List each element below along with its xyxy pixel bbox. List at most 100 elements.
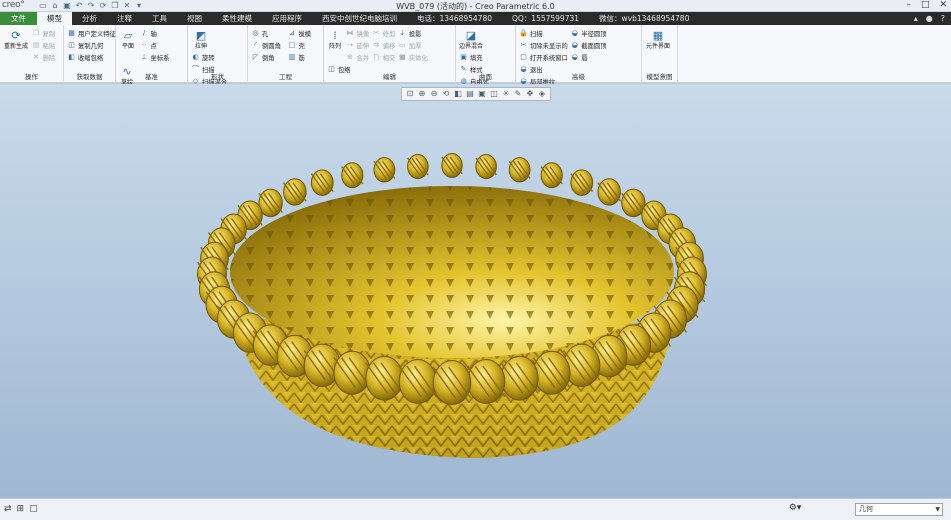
tab-annotate[interactable]: 注释 [107, 12, 142, 25]
chamfer-button[interactable]: ◸ 倒角 [251, 52, 281, 63]
group-label[interactable]: 工程 [248, 71, 323, 81]
group-label[interactable]: 获取数据 [64, 71, 115, 81]
chamfer-icon: ◸ [252, 53, 259, 61]
tab-custom-wechat[interactable]: 微信：wvb13468954780 [589, 12, 699, 25]
fill-icon: ▣ [460, 53, 467, 61]
copy-geometry-button[interactable]: ◫ 复制几何 [67, 40, 116, 51]
tab-model[interactable]: 模型 [37, 12, 72, 25]
tab-tools[interactable]: 工具 [142, 12, 177, 25]
appearance-icon[interactable]: ◈ [537, 89, 547, 99]
group-label[interactable]: 曲面 [456, 71, 515, 81]
boundary-blend-button[interactable]: ◪ 边界混合 [459, 29, 483, 51]
thicken-button[interactable]: ▭ 加厚 [398, 40, 428, 51]
open-system-window-button[interactable]: ▢ 打开系统窗口 [519, 52, 568, 63]
help-icon[interactable]: ? [941, 14, 945, 23]
extend-button[interactable]: → 延伸 [346, 40, 369, 51]
draft-button[interactable]: ⊿ 拔模 [287, 28, 311, 39]
point-button[interactable]: ⁘ 点 [140, 40, 170, 51]
close-button[interactable]: ✕ [939, 0, 947, 10]
tab-flexible-modeling[interactable]: 柔性建模 [212, 12, 262, 25]
group-label[interactable]: 基准 [116, 71, 187, 81]
display-style-icon[interactable]: ◧ [453, 89, 463, 99]
group-model-intent: ▦ 元件界面 模型意图 [642, 25, 678, 83]
csys-button[interactable]: ⊥ 坐标系 [140, 52, 169, 63]
axis-button[interactable]: / 轴 [140, 28, 170, 39]
refit-icon[interactable]: ⊡ [405, 89, 415, 99]
section-dome-button[interactable]: ◒ 截面圆顶 [570, 40, 607, 51]
graphics-viewport[interactable] [0, 84, 951, 498]
radius-dome-button[interactable]: ◒ 半径圆顶 [570, 28, 607, 39]
tab-custom-training[interactable]: 西安中创世纪电脑培训 [312, 12, 407, 25]
zoom-out-icon[interactable]: ⊖ [429, 89, 439, 99]
group-label[interactable]: 高级 [516, 71, 641, 81]
selection-filter[interactable]: 几何 ▼ [855, 503, 943, 516]
offset-button[interactable]: ⇉ 偏移 [372, 40, 395, 51]
component-interface-button[interactable]: ▦ 元件界面 [645, 29, 671, 51]
hole-icon: ◎ [252, 29, 259, 37]
saved-views-icon[interactable]: ▤ [465, 89, 475, 99]
group-label[interactable]: 操作 [0, 71, 63, 81]
shrinkwrap-button[interactable]: ◧ 收缩包络 [67, 52, 116, 63]
collapse-ribbon-icon[interactable]: ▴ [914, 14, 918, 23]
delete-button[interactable]: ✕ 删除 [32, 52, 55, 63]
perspective-icon[interactable]: ◫ [489, 89, 499, 99]
basket-model[interactable] [0, 84, 951, 498]
paste-button[interactable]: ▤ 粘贴 [32, 40, 55, 51]
spin-center-icon[interactable]: ✥ [525, 89, 535, 99]
extend-icon: → [347, 41, 353, 49]
group-label[interactable]: 形状 [188, 71, 247, 81]
ribbon: ⟳ 重新生成 ❐ 复制 ▤ 粘贴 ✕ 删除 操作 ▦ 用户定义特征 ◫ 复制几何 ◧ 收缩包… [0, 25, 951, 86]
point-icon: ⁘ [141, 41, 147, 49]
lip-button[interactable]: ◒ 唇 [570, 52, 606, 63]
title-bar: creo° ▭ ⌂ ▣ ↶ ↷ ⟳ ❐ ✕ ▾ WVB_079 (活动的) - … [0, 0, 951, 12]
copy-button[interactable]: ❐ 复制 [32, 28, 55, 39]
group-label[interactable]: 模型意图 [642, 71, 677, 81]
tab-custom-qq[interactable]: QQ：1557599731 [502, 12, 589, 25]
draft-icon: ⊿ [289, 29, 295, 37]
group-editing: ⁞ 阵列 ⧓ 镜像 → 延伸 ⊕ 合并 ✂ 修剪 ⇉ 偏移 ⋂ 相交 ⇣ 投影 ▭ 加厚 ■ 实体… [324, 25, 456, 83]
extrude-button[interactable]: ◩ 拉伸 [191, 29, 211, 51]
tab-file[interactable]: 文件 [0, 12, 37, 25]
tab-applications[interactable]: 应用程序 [262, 12, 312, 25]
graphics-icon[interactable]: ⊞ [17, 504, 25, 514]
datum-display-icon[interactable]: ✳ [501, 89, 511, 99]
solidify-button[interactable]: ■ 实体化 [398, 52, 428, 63]
round-button[interactable]: ◜ 倒圆角 [251, 40, 281, 51]
pattern-button[interactable]: ⁞ 阵列 [327, 29, 343, 51]
group-get-data: ▦ 用户定义特征 ◫ 复制几何 ◧ 收缩包络 获取数据 [64, 25, 116, 83]
regenerate-button[interactable]: ⟳ 重新生成 [3, 29, 29, 51]
remove-icon: ✂ [520, 41, 527, 49]
minimize-button[interactable]: – [906, 0, 911, 10]
trim-button[interactable]: ✂ 修剪 [372, 28, 395, 39]
shell-button[interactable]: □ 壳 [287, 40, 311, 51]
annotation-icon[interactable]: ✎ [513, 89, 523, 99]
tab-analysis[interactable]: 分析 [72, 12, 107, 25]
revolve-button[interactable]: ◐ 旋转 [191, 52, 227, 63]
copy-icon: ❐ [32, 29, 40, 37]
boundary-blend-icon: ◪ [465, 29, 477, 42]
mirror-button[interactable]: ⧓ 镜像 [346, 28, 370, 39]
window-icon: ▢ [520, 53, 527, 61]
fill-button[interactable]: ▣ 填充 [459, 52, 489, 63]
view-toolbar: ⊡ ⊕ ⊖ ⟲ ◧ ▤ ▣ ◫ ✳ ✎ ✥ ◈ [401, 87, 551, 101]
zoom-in-icon[interactable]: ⊕ [417, 89, 427, 99]
search-icon[interactable]: ● [926, 14, 933, 23]
project-button[interactable]: ⇣ 投影 [398, 28, 428, 39]
page-icon[interactable]: ▢ [29, 504, 38, 514]
group-label[interactable]: 编辑 [324, 71, 455, 81]
plane-button[interactable]: ▱ 平面 [119, 29, 137, 51]
tab-custom-phone[interactable]: 电话：13468954780 [407, 12, 502, 25]
link-icon[interactable]: ⇄ [4, 504, 12, 514]
repaint-icon[interactable]: ⟲ [441, 89, 451, 99]
rib-button[interactable]: ▥ 筋 [287, 52, 311, 63]
maximize-button[interactable]: □ [921, 0, 930, 10]
view-manager-icon[interactable]: ▣ [477, 89, 487, 99]
intersect-button[interactable]: ⋂ 相交 [372, 52, 395, 63]
tab-view[interactable]: 视图 [177, 12, 212, 25]
remove-hidden-button[interactable]: ✂ 切除未显示的 [519, 40, 568, 51]
merge-button[interactable]: ⊕ 合并 [346, 52, 369, 63]
udf-button[interactable]: ▦ 用户定义特征 [67, 28, 116, 39]
hole-button[interactable]: ◎ 孔 [251, 28, 281, 39]
advanced-sweep-button[interactable]: 🔒 扫描 [519, 28, 568, 39]
filter-icon[interactable]: ⚙▾ [786, 503, 804, 515]
